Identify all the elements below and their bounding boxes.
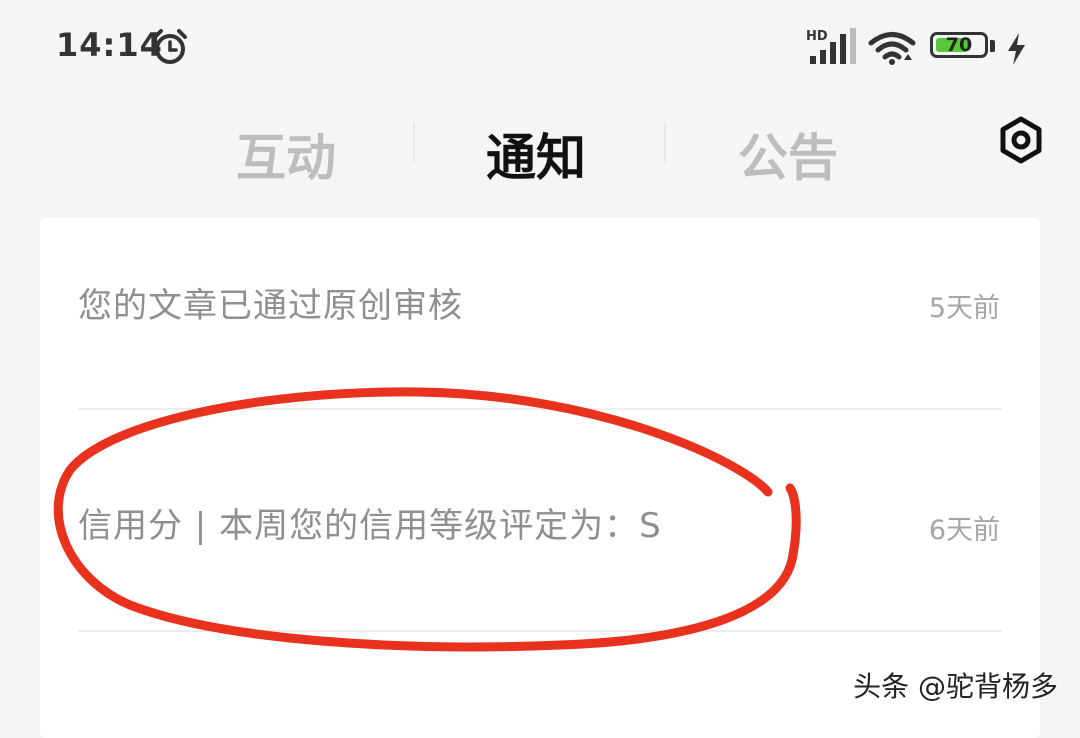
tab-interaction[interactable]: 互动 [236, 118, 336, 190]
tab-notifications[interactable]: 通知 [486, 118, 586, 190]
status-bar: 14:14 HD 70 [0, 0, 1080, 95]
battery-level: 70 [945, 34, 973, 56]
battery-indicator: 70 [930, 32, 996, 62]
battery-cap [990, 40, 995, 52]
watermark: 头条 @驼背杨多 [853, 670, 1058, 703]
tab-divider [664, 122, 666, 162]
notification-title: 信用分 | 本周您的信用等级评定为：S [78, 506, 662, 546]
wifi-icon [868, 32, 916, 65]
notification-title: 您的文章已通过原创审核 [78, 286, 463, 326]
settings-icon[interactable] [996, 115, 1046, 165]
notification-time: 5天前 [928, 293, 1000, 324]
list-divider [78, 630, 1002, 632]
cell-signal-icon: HD [806, 28, 856, 64]
alarm-clock-icon [153, 29, 187, 64]
status-time: 14:14 [56, 26, 163, 64]
tab-divider [413, 122, 415, 162]
tab-bar: 互动 通知 公告 [0, 100, 1080, 200]
notification-time: 6天前 [928, 515, 1000, 546]
network-type-label: HD [806, 29, 828, 44]
notification-list: 您的文章已通过原创审核 5天前 信用分 | 本周您的信用等级评定为：S 6天前 [40, 218, 1040, 738]
tab-announcements[interactable]: 公告 [738, 118, 838, 190]
notification-item[interactable]: 您的文章已通过原创审核 5天前 [40, 218, 1040, 438]
charging-bolt-icon [1008, 33, 1025, 65]
notification-item[interactable]: 信用分 | 本周您的信用等级评定为：S 6天前 [40, 410, 1040, 630]
